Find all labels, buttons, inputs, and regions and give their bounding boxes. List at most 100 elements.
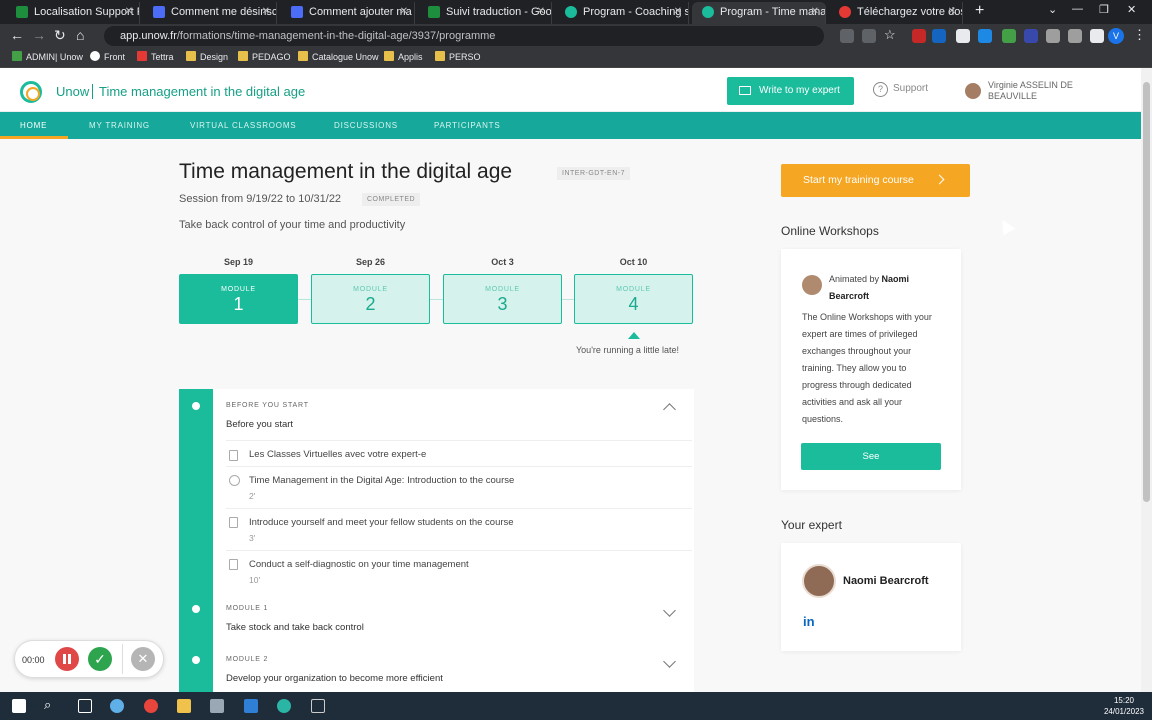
- section-title[interactable]: Before you start: [226, 419, 293, 430]
- browser-tab-active[interactable]: Program - Time managem✕: [692, 2, 826, 24]
- browser-tab[interactable]: Comment ajouter ma pho✕: [281, 2, 415, 24]
- reading-list-icon[interactable]: [1068, 29, 1082, 43]
- close-window-icon[interactable]: ✕: [1127, 3, 1136, 16]
- user-avatar[interactable]: [965, 83, 981, 99]
- nav-discussions[interactable]: DISCUSSIONS: [334, 121, 398, 130]
- document-icon: [229, 517, 238, 528]
- section-title[interactable]: Take stock and take back control: [226, 622, 364, 633]
- search-icon[interactable]: ⌕: [44, 697, 51, 713]
- app-icon[interactable]: [311, 699, 325, 713]
- minimize-icon[interactable]: —: [1072, 3, 1083, 15]
- puzzle-icon[interactable]: [1046, 29, 1060, 43]
- help-icon: ?: [873, 82, 888, 97]
- user-name[interactable]: Virginie ASSELIN DE BEAUVILLE: [988, 80, 1098, 102]
- course-code-badge: INTER-GDT-EN-7: [557, 167, 630, 180]
- extension-icon[interactable]: [1024, 29, 1038, 43]
- nav-virtual-classrooms[interactable]: VIRTUAL CLASSROOMS: [190, 121, 296, 130]
- list-item[interactable]: Les Classes Virtuelles avec votre expert…: [226, 440, 692, 466]
- module-date: Sep 26: [355, 257, 386, 267]
- url-bar[interactable]: app.unow.fr/formations/time-management-i…: [104, 26, 824, 46]
- extension-icon[interactable]: [1002, 29, 1016, 43]
- check-icon[interactable]: ✓: [88, 647, 112, 671]
- browser-tab[interactable]: Program - Coaching skill✕: [555, 2, 689, 24]
- mail-app-icon[interactable]: [244, 699, 258, 713]
- bookmark-folder[interactable]: PEDAGO: [238, 51, 291, 62]
- folder-icon: [384, 51, 394, 61]
- section-title[interactable]: Develop your organization to become more…: [226, 673, 443, 684]
- sheets-icon: [428, 6, 440, 18]
- unow-logo-icon[interactable]: [20, 81, 42, 103]
- start-training-button[interactable]: Start my training course: [781, 164, 970, 197]
- file-explorer-icon[interactable]: [177, 699, 191, 713]
- extension-icon[interactable]: [956, 29, 970, 43]
- close-tab-icon[interactable]: ✕: [948, 2, 956, 22]
- bookmark[interactable]: Tettra: [137, 51, 174, 62]
- nav-my-training[interactable]: MY TRAINING: [89, 121, 150, 130]
- extension-icon[interactable]: [978, 29, 992, 43]
- close-tab-icon[interactable]: ✕: [811, 2, 819, 22]
- module-card-1[interactable]: MODULE 1: [179, 274, 298, 324]
- chrome-icon[interactable]: [144, 699, 158, 713]
- module-card-2[interactable]: MODULE 2: [311, 274, 430, 324]
- pause-icon[interactable]: [55, 647, 79, 671]
- back-icon[interactable]: ←: [10, 27, 24, 43]
- profile-avatar[interactable]: V: [1108, 28, 1124, 44]
- chevron-down-icon[interactable]: ⌄: [1048, 3, 1057, 16]
- see-workshops-button[interactable]: See: [801, 443, 941, 470]
- star-icon[interactable]: ☆: [884, 27, 896, 43]
- cancel-icon[interactable]: ✕: [131, 647, 155, 671]
- folder-icon: [298, 51, 308, 61]
- bookmark-folder[interactable]: Catalogue Unow: [298, 51, 379, 62]
- share-icon[interactable]: [862, 29, 876, 43]
- store-icon[interactable]: [210, 699, 224, 713]
- expert-card: [781, 543, 961, 651]
- close-tab-icon[interactable]: ✕: [262, 2, 270, 22]
- brand-name[interactable]: Unow: [56, 84, 89, 99]
- reload-icon[interactable]: ↻: [54, 27, 66, 44]
- taskbar-clock[interactable]: 15:20 24/01/2023: [1100, 695, 1148, 717]
- write-to-expert-button[interactable]: Write to my expert: [727, 77, 854, 105]
- bookmark-folder[interactable]: Applis: [384, 51, 423, 62]
- sidepanel-icon[interactable]: [1090, 29, 1104, 43]
- close-tab-icon[interactable]: ✕: [674, 2, 682, 22]
- forward-icon[interactable]: →: [32, 27, 46, 43]
- timeline-dot: [192, 656, 200, 664]
- list-item[interactable]: Time Management in the Digital Age: Intr…: [226, 466, 692, 508]
- new-tab-icon[interactable]: +: [975, 2, 984, 20]
- scrollbar-thumb[interactable]: [1143, 82, 1150, 502]
- extension-icon[interactable]: [912, 29, 926, 43]
- camera-icon[interactable]: [840, 29, 854, 43]
- nav-participants[interactable]: PARTICIPANTS: [434, 121, 501, 130]
- task-view-icon[interactable]: [78, 699, 92, 713]
- linkedin-icon[interactable]: in: [803, 614, 815, 629]
- bookmark[interactable]: Front: [90, 51, 125, 62]
- menu-icon[interactable]: ⋮: [1133, 27, 1146, 43]
- list-item[interactable]: Introduce yourself and meet your fellow …: [226, 508, 692, 550]
- close-tab-icon[interactable]: ✕: [537, 2, 545, 22]
- browser-tab[interactable]: Localisation Support Parti✕: [6, 2, 140, 24]
- support-link[interactable]: ? Support: [873, 82, 928, 97]
- module-card-3[interactable]: MODULE 3: [443, 274, 562, 324]
- session-dates: Session from 9/19/22 to 10/31/22: [179, 193, 342, 205]
- app-icon[interactable]: [110, 699, 124, 713]
- bookmark[interactable]: ADMIN| Unow: [12, 51, 83, 62]
- animated-by: Animated by Naomi Bearcroft: [829, 274, 910, 301]
- maximize-icon[interactable]: ❐: [1099, 3, 1109, 16]
- windows-start-icon[interactable]: [12, 699, 26, 713]
- extension-icon[interactable]: [932, 29, 946, 43]
- windows-taskbar: [0, 692, 1152, 720]
- list-item[interactable]: Conduct a self-diagnostic on your time m…: [226, 550, 692, 592]
- module-card-4[interactable]: MODULE 4: [574, 274, 693, 324]
- nav-home[interactable]: HOME: [20, 121, 47, 130]
- browser-tab[interactable]: Comment me désinscrire✕: [143, 2, 277, 24]
- close-tab-icon[interactable]: ✕: [125, 2, 133, 22]
- mail-icon: [739, 86, 751, 95]
- home-icon[interactable]: ⌂: [76, 27, 84, 43]
- close-tab-icon[interactable]: ✕: [400, 2, 408, 22]
- tettra-icon: [137, 51, 147, 61]
- bookmark-folder[interactable]: Design: [186, 51, 228, 62]
- browser-tab[interactable]: Suivi traduction - Google✕: [418, 2, 552, 24]
- edge-icon[interactable]: [277, 699, 291, 713]
- bookmark-folder[interactable]: PERSO: [435, 51, 481, 62]
- browser-tab[interactable]: Téléchargez votre dossier✕: [829, 2, 963, 24]
